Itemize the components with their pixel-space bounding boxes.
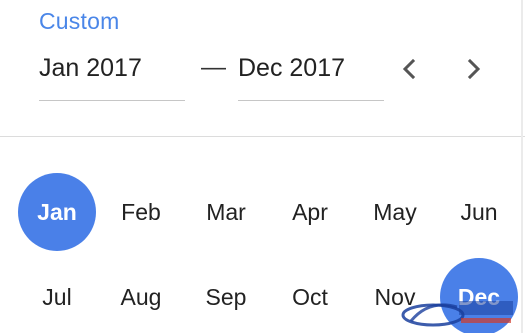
month-jul[interactable]: Jul bbox=[18, 258, 96, 333]
end-month-field[interactable]: Dec 2017 bbox=[238, 52, 384, 101]
month-sep[interactable]: Sep bbox=[187, 258, 265, 333]
month-aug[interactable]: Aug bbox=[102, 258, 180, 333]
next-year-button[interactable] bbox=[456, 52, 492, 86]
custom-range-label: Custom bbox=[39, 8, 120, 34]
range-separator: — bbox=[201, 53, 226, 81]
chevron-left-icon bbox=[402, 58, 416, 80]
start-month-value: Jan 2017 bbox=[39, 54, 142, 82]
month-mar[interactable]: Mar bbox=[187, 173, 265, 251]
watermark-logo bbox=[401, 301, 513, 327]
month-jun[interactable]: Jun bbox=[440, 173, 518, 251]
date-range-picker: Custom Jan 2017 — Dec 2017 Jan Feb Mar A… bbox=[0, 0, 525, 333]
start-month-field[interactable]: Jan 2017 bbox=[39, 52, 185, 101]
month-oct[interactable]: Oct bbox=[271, 258, 349, 333]
header-divider bbox=[0, 136, 525, 137]
end-month-value: Dec 2017 bbox=[238, 54, 346, 82]
month-apr[interactable]: Apr bbox=[271, 173, 349, 251]
scroll-edge bbox=[521, 0, 523, 333]
month-feb[interactable]: Feb bbox=[102, 173, 180, 251]
chevron-right-icon bbox=[467, 58, 481, 80]
month-jan[interactable]: Jan bbox=[18, 173, 96, 251]
month-may[interactable]: May bbox=[356, 173, 434, 251]
previous-year-button[interactable] bbox=[391, 52, 427, 86]
